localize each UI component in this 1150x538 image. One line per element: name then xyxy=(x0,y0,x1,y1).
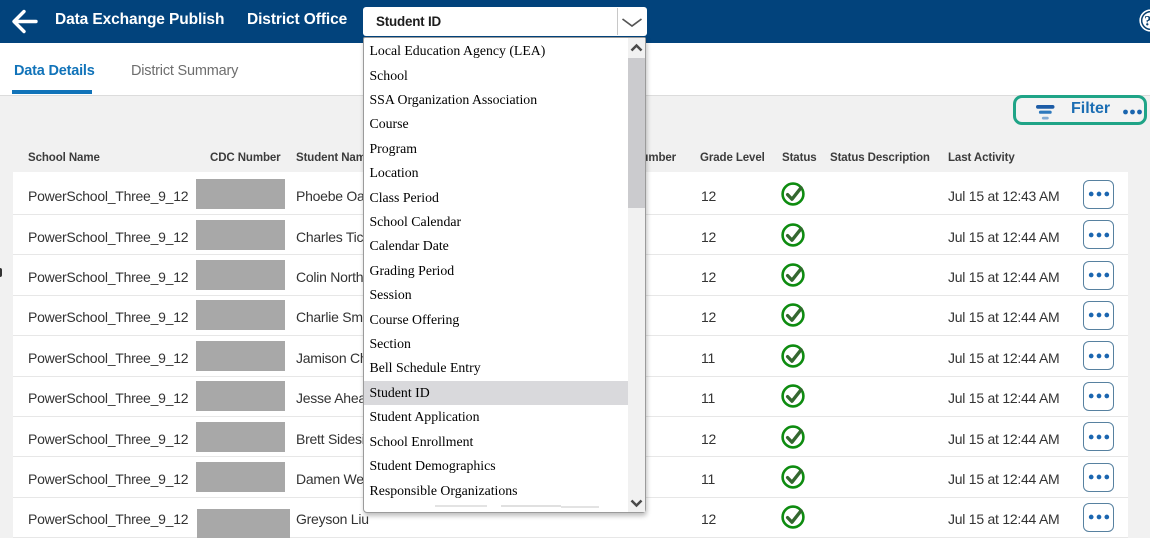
svg-text:?: ? xyxy=(1144,14,1150,30)
